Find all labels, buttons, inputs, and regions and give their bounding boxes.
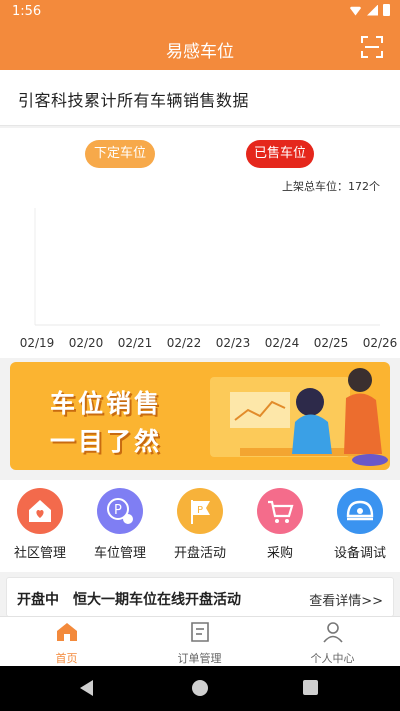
legend-pending-button[interactable]: 下定车位 [85, 140, 155, 168]
x-tick-label: 02/24 [265, 336, 300, 350]
device-debug-icon [337, 488, 383, 534]
x-tick-label: 02/26 [363, 336, 398, 350]
x-tick-label: 02/25 [314, 336, 349, 350]
sales-heading-text: 引客科技累计所有车辆销售数据 [18, 91, 250, 110]
notice-status: 开盘中 [17, 592, 59, 608]
back-icon[interactable] [80, 680, 93, 696]
scan-qr-icon[interactable] [360, 35, 384, 59]
menu-item-parking[interactable]: P 车位管理 [80, 488, 160, 561]
menu-label: 设备调试 [333, 546, 386, 561]
system-nav-bar [0, 666, 400, 711]
x-tick-label: 02/22 [167, 336, 202, 350]
parking-manage-icon: P [97, 488, 143, 534]
notice-message: 恒大一期车位在线开盘活动 [73, 592, 241, 608]
profile-icon [322, 622, 343, 643]
tab-home[interactable]: 首页 [0, 621, 133, 666]
sales-heading: 引客科技累计所有车辆销售数据 [0, 70, 400, 126]
recent-apps-icon[interactable] [303, 680, 318, 695]
tab-orders[interactable]: 订单管理 [133, 621, 266, 666]
menu-label: 车位管理 [93, 546, 146, 561]
battery-icon [383, 4, 390, 16]
signal-icon [367, 4, 378, 16]
opening-flag-icon: P [177, 488, 223, 534]
menu-item-opening[interactable]: P 开盘活动 [160, 488, 240, 561]
status-icons [349, 4, 390, 16]
menu-item-community[interactable]: 社区管理 [0, 488, 80, 561]
menu-label: 社区管理 [13, 546, 66, 561]
menu-item-device[interactable]: 设备调试 [320, 488, 400, 561]
app-title: 易感车位 [166, 42, 234, 62]
total-spaces-label: 上架总车位：172个 [282, 180, 380, 193]
feature-menu: 社区管理 P 车位管理 P 开盘活动 采购 设备调试 [0, 480, 400, 572]
bottom-tab-bar: 首页 订单管理 个人中心 [0, 616, 400, 666]
app-screen: 1:56 易感车位 引客科技累计所有车辆销售数据 下定车位 已售车位 上架总车位… [0, 0, 400, 711]
promo-banner[interactable]: 车位销售 一目了然 [10, 362, 390, 470]
legend-sold-button[interactable]: 已售车位 [246, 140, 314, 168]
tab-profile[interactable]: 个人中心 [266, 621, 399, 666]
community-house-icon [17, 488, 63, 534]
view-details-link[interactable]: 查看详情>> [309, 590, 383, 609]
svg-text:P: P [114, 503, 122, 518]
x-tick-label: 02/23 [216, 336, 251, 350]
svg-text:P: P [197, 505, 203, 516]
home-circle-icon[interactable] [192, 680, 208, 696]
tab-label: 首页 [55, 652, 78, 665]
status-bar: 1:56 [0, 0, 400, 24]
cart-icon [257, 488, 303, 534]
menu-label: 采购 [266, 546, 293, 561]
title-bar: 易感车位 [0, 24, 400, 70]
opening-notice[interactable]: 开盘中 恒大一期车位在线开盘活动 查看详情>> [6, 577, 394, 617]
x-tick-label: 02/20 [69, 336, 104, 350]
orders-icon [190, 622, 209, 642]
tab-label: 订单管理 [177, 652, 222, 665]
menu-item-purchase[interactable]: 采购 [240, 488, 320, 561]
home-icon [56, 623, 77, 641]
banner-title-line1: 车位销售 [50, 389, 163, 418]
sales-chart: 下定车位 已售车位 上架总车位：172个 02/19 02/20 02/21 02/2… [0, 128, 400, 358]
x-tick-label: 02/19 [20, 336, 55, 350]
menu-label: 开盘活动 [173, 546, 226, 561]
status-time: 1:56 [12, 4, 42, 19]
tab-label: 个人中心 [310, 652, 355, 665]
banner-title-line2: 一目了然 [50, 427, 163, 456]
chart-plot: 02/19 02/20 02/21 02/22 02/23 02/24 02/25 02/26 [20, 208, 398, 350]
wifi-icon [349, 6, 362, 16]
x-tick-label: 02/21 [118, 336, 153, 350]
